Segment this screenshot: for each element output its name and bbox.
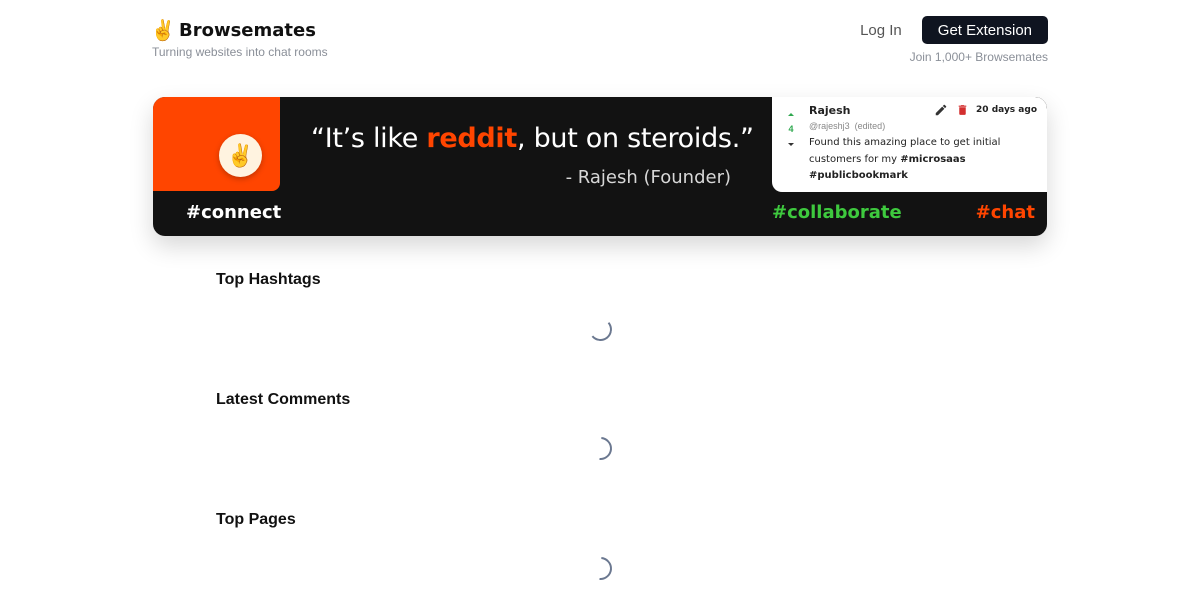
quote-attribution: - Rajesh (Founder) (565, 167, 731, 188)
tagline: Turning websites into chat rooms (152, 45, 328, 59)
section-title-top-hashtags: Top Hashtags (216, 271, 321, 288)
quote-prefix: “It’s like (311, 123, 427, 154)
pencil-icon[interactable] (934, 103, 948, 117)
brand-name: Browsemates (179, 19, 316, 41)
vote-count: 4 (788, 124, 794, 134)
get-extension-button[interactable]: Get Extension (921, 16, 1048, 44)
loading-spinner-icon (584, 552, 617, 585)
downvote-arrow-icon[interactable] (788, 143, 794, 146)
hero-banner: ✌️ “It’s like reddit, but on steroids.” … (153, 97, 1047, 236)
loading-spinner-icon (584, 432, 617, 465)
comment-handle-line: @rajeshj3 (edited) (809, 121, 885, 131)
login-link[interactable]: Log In (860, 22, 902, 39)
join-count-text: Join 1,000+ Browsemates (909, 50, 1048, 64)
hashtag-connect: #connect (186, 202, 282, 223)
sample-comment-card: 4 Rajesh @rajeshj3 (edited) Found this a… (772, 97, 1047, 192)
upvote-arrow-icon[interactable] (788, 113, 794, 116)
quote-suffix: , but on steroids.” (517, 123, 754, 154)
comment-hashtag-publicbookmark[interactable]: #publicbookmark (809, 170, 908, 181)
victory-hand-icon: ✌️ (150, 19, 176, 42)
hashtag-collaborate: #collaborate (772, 202, 902, 223)
comment-actions: 20 days ago (934, 103, 1037, 117)
comment-timestamp: 20 days ago (976, 105, 1037, 115)
header-nav: Log In Get Extension (860, 16, 1048, 44)
comment-hashtag-microsaas[interactable]: #microsaas (900, 154, 965, 165)
avatar: ✌️ (219, 134, 262, 177)
comment-handle: @rajeshj3 (809, 121, 850, 131)
comment-author: Rajesh (809, 104, 851, 117)
section-title-latest-comments: Latest Comments (216, 391, 351, 408)
vote-control: 4 (785, 109, 797, 146)
loading-spinner-icon (588, 317, 613, 342)
site-header: ✌️ Browsemates Turning websites into cha… (150, 16, 1048, 66)
brand-logo[interactable]: ✌️ Browsemates (150, 18, 316, 42)
banner-accent-block: ✌️ (153, 97, 280, 191)
comment-edited-flag: (edited) (854, 121, 886, 131)
trash-icon[interactable] (956, 103, 969, 117)
comment-body: Found this amazing place to get initial … (809, 135, 1029, 185)
hero-quote: “It’s like reddit, but on steroids.” (311, 123, 754, 154)
hashtag-chat: #chat (975, 202, 1035, 223)
quote-highlight: reddit (426, 123, 517, 154)
section-title-top-pages: Top Pages (216, 511, 296, 528)
victory-hand-icon: ✌️ (226, 142, 255, 168)
